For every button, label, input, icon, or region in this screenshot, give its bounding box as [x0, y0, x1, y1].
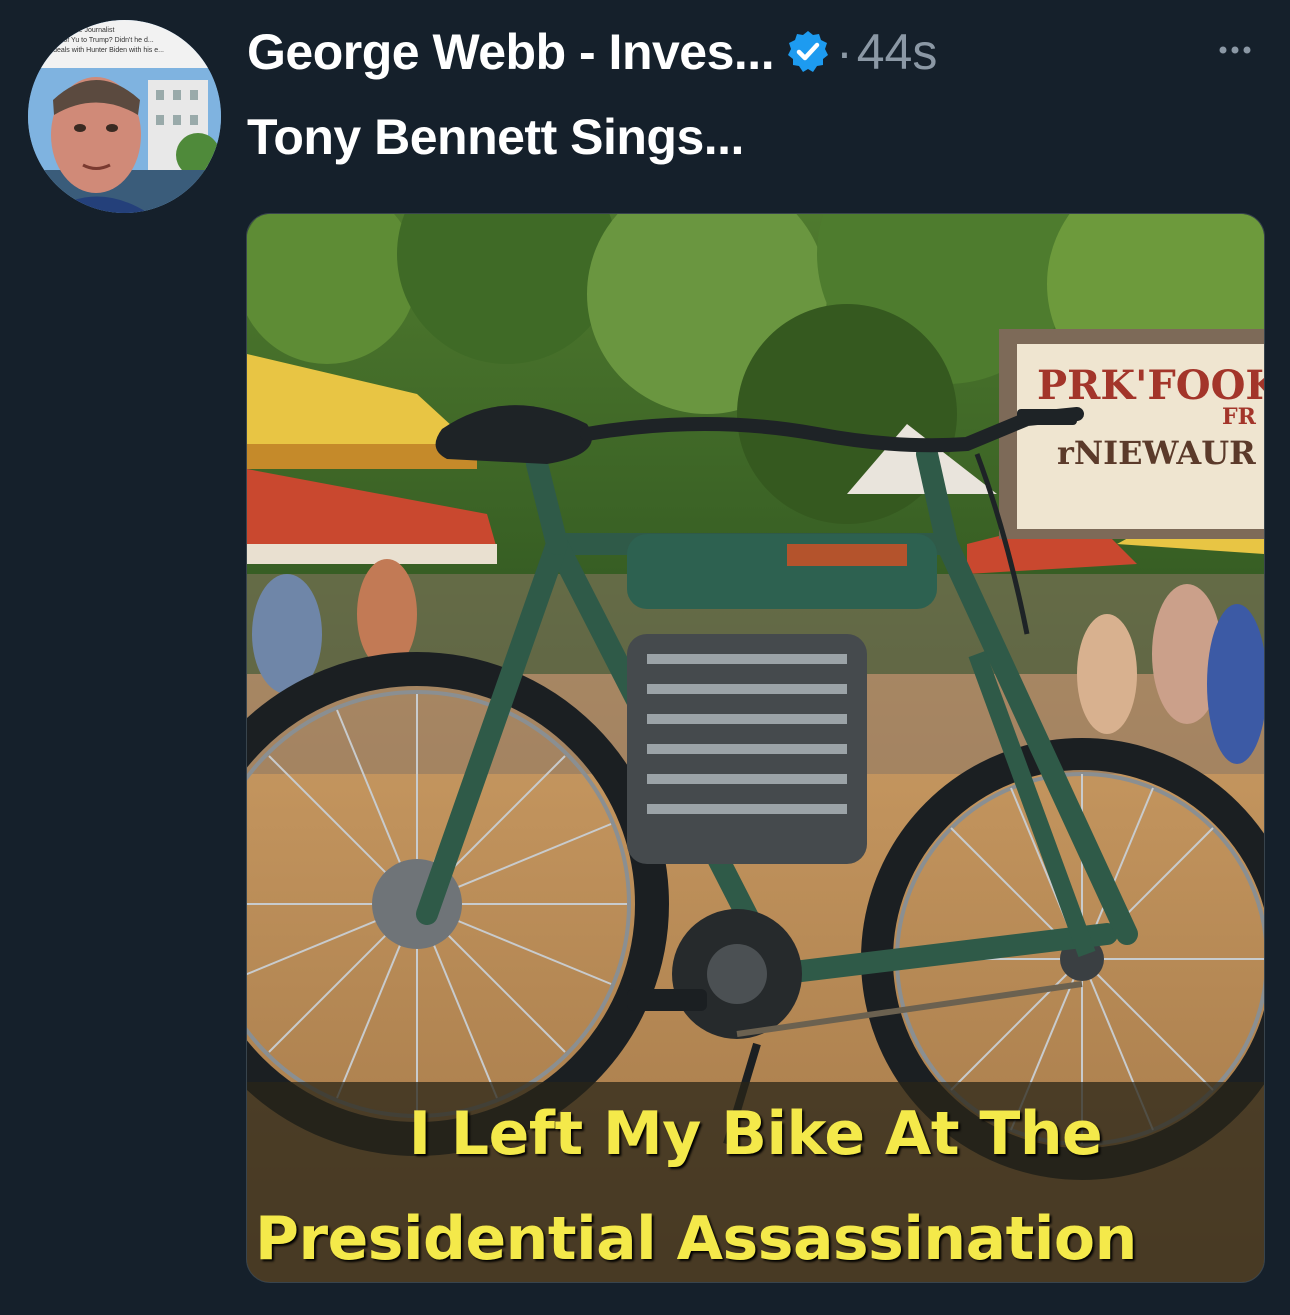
verified-badge-icon — [784, 28, 832, 76]
avatar-image: ...gative Journalist ...ome of Yu to Tru… — [28, 20, 221, 213]
avatar-headline-1: ...gative Journalist — [58, 27, 114, 34]
caption-line-1: I Left My Bike At The — [408, 1099, 1103, 1169]
caption-line-2: Presidential Assassination — [255, 1204, 1137, 1274]
ellipsis-icon[interactable] — [1210, 30, 1260, 70]
sign-text: PRK'FOOK — [1037, 362, 1264, 409]
tweet-header: George Webb - Inves... · 44s — [247, 22, 937, 82]
avatar-headline-2: ...ome of Yu to Trump? Didn't he d... — [42, 37, 154, 44]
avatar-headline-3: ...ons deals with Hunter Biden with his … — [34, 47, 164, 54]
tweet-text: Tony Bennett Sings... — [247, 109, 744, 165]
sign-text-2: FR — [1222, 404, 1257, 430]
avatar[interactable]: ...gative Journalist ...ome of Yu to Tru… — [28, 20, 221, 213]
timestamp[interactable]: 44s — [857, 23, 938, 81]
author-name[interactable]: George Webb - Inves... — [247, 23, 775, 81]
tweet-card: ...gative Journalist ...ome of Yu to Tru… — [0, 0, 1290, 1315]
tweet-media-image[interactable]: PRK'FOOK FR rNIEWAUR I Left My Bike At T… — [246, 213, 1265, 1283]
separator-dot: · — [836, 24, 853, 80]
sign-text-3: rNIEWAUR — [1057, 434, 1256, 472]
